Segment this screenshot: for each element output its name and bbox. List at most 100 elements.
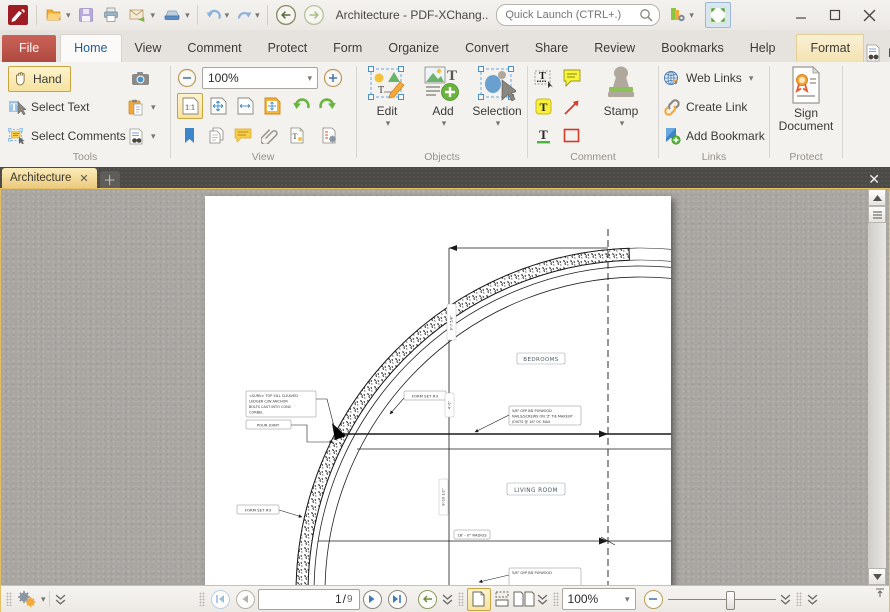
email-button[interactable]: ▾ — [124, 3, 159, 27]
thumbnails-pane-button[interactable] — [204, 123, 228, 147]
content-pane-button[interactable]: T — [285, 123, 309, 147]
undo-button[interactable]: ▾ — [202, 3, 233, 27]
save-button[interactable] — [74, 3, 98, 27]
close-button[interactable] — [852, 2, 886, 28]
ui-options-button[interactable]: ▾ — [666, 3, 697, 27]
two-page-layout-button[interactable] — [513, 589, 535, 610]
zoom-slider[interactable] — [667, 590, 776, 610]
last-page-button[interactable] — [387, 589, 407, 609]
sticky-note-tool-button[interactable] — [560, 66, 584, 90]
status-zoom-combo[interactable]: 100% ▾ — [561, 588, 636, 610]
status-options-caret[interactable]: ▾ — [41, 594, 46, 605]
attachments-pane-button[interactable] — [258, 123, 282, 147]
rectangle-tool-button[interactable] — [560, 124, 584, 148]
tab-organize[interactable]: Organize — [375, 35, 452, 62]
zoom-slider-thumb[interactable] — [725, 590, 735, 610]
document-tab-architecture[interactable]: Architecture ✕ — [2, 168, 97, 188]
tab-bar-close-button[interactable]: ✕ — [858, 171, 890, 188]
vertical-scrollbar[interactable] — [868, 189, 886, 585]
toolbar-grip[interactable] — [6, 592, 12, 606]
history-more-icon[interactable] — [442, 594, 453, 605]
create-link-button[interactable]: Create Link — [663, 95, 747, 119]
hand-tool-button[interactable]: Hand — [8, 66, 71, 92]
expand-toolbar-icon[interactable] — [55, 594, 66, 605]
more-tools-icon[interactable] — [807, 594, 818, 605]
paste-dropdown-caret[interactable]: ▾ — [151, 102, 156, 113]
nav-forward-button[interactable] — [300, 3, 328, 27]
zoom-out-status-button[interactable] — [643, 589, 663, 609]
comments-pane-button[interactable] — [231, 123, 255, 147]
sign-document-button[interactable]: Sign Document — [779, 66, 833, 146]
scan-button[interactable]: ▾ — [158, 3, 193, 27]
tab-home[interactable]: Home — [60, 34, 122, 62]
arrow-tool-button[interactable] — [560, 95, 584, 119]
scan-dropdown-caret[interactable]: ▾ — [185, 10, 190, 21]
zoom-out-icon[interactable] — [177, 68, 197, 88]
maximize-button[interactable] — [818, 2, 852, 28]
open-button[interactable]: ▾ — [41, 3, 74, 27]
bookmarks-pane-button[interactable] — [177, 123, 201, 147]
pagenav-grip[interactable] — [198, 592, 205, 606]
edit-objects-caret[interactable]: ▾ — [386, 118, 391, 129]
next-page-button[interactable] — [362, 589, 382, 609]
zoom-grip[interactable] — [552, 592, 559, 606]
add-objects-caret[interactable]: ▾ — [442, 118, 447, 129]
web-links-caret[interactable]: ▾ — [749, 73, 754, 84]
ui-options-caret[interactable]: ▾ — [689, 10, 694, 21]
ribbon-zoom-caret[interactable]: ▾ — [307, 73, 312, 84]
redo-dropdown-caret[interactable]: ▾ — [255, 10, 260, 21]
page-number-input[interactable]: 1/9 — [257, 588, 360, 610]
tab-share[interactable]: Share — [522, 35, 581, 62]
new-tab-button[interactable]: ＋ — [99, 171, 120, 188]
print-button[interactable] — [98, 3, 124, 27]
find-document-icon[interactable] — [864, 44, 882, 62]
layout-more-icon[interactable] — [537, 594, 548, 605]
add-objects-button[interactable]: T Add ▾ — [416, 66, 470, 146]
quick-launch-box[interactable] — [496, 4, 661, 26]
underline-tool-button[interactable]: T — [532, 124, 556, 148]
tab-file[interactable]: File — [2, 35, 57, 62]
zoom-more-icon[interactable] — [780, 594, 791, 605]
tab-help[interactable]: Help — [737, 35, 789, 62]
find-dropdown-caret[interactable]: ▾ — [151, 131, 156, 142]
app-logo-icon[interactable] — [4, 3, 32, 27]
status-options-button[interactable]: ▾ — [15, 590, 46, 608]
fullscreen-button[interactable] — [704, 2, 731, 28]
snapshot-button[interactable] — [128, 66, 152, 90]
fit-page-button[interactable] — [206, 94, 230, 118]
panes-options-button[interactable] — [317, 123, 341, 147]
undo-dropdown-caret[interactable]: ▾ — [225, 10, 230, 21]
ribbon-zoom-combo[interactable]: 100% ▾ — [202, 67, 318, 89]
tab-bookmarks[interactable]: Bookmarks — [648, 35, 737, 62]
history-back-button[interactable] — [417, 589, 437, 609]
document-area[interactable]: BEDROOMS LIVING ROOM FORM SET #3 FORM SE… — [1, 189, 889, 585]
rotate-ccw-icon[interactable] — [291, 96, 313, 116]
rotate-cw-icon[interactable] — [316, 96, 338, 116]
nav-back-button[interactable] — [272, 3, 300, 27]
continuous-layout-button[interactable] — [491, 589, 513, 610]
tab-form[interactable]: Form — [320, 35, 375, 62]
zoom-in-icon[interactable] — [323, 68, 343, 88]
zoom-slider-track[interactable] — [667, 598, 776, 600]
minimize-button[interactable] — [784, 2, 818, 28]
paste-button[interactable]: ▾ — [128, 95, 156, 119]
fit-visible-button[interactable] — [260, 94, 284, 118]
edit-objects-button[interactable]: T Edit ▾ — [360, 66, 414, 146]
quick-launch-input[interactable] — [503, 8, 640, 22]
select-comments-button[interactable]: Select Comments — [8, 124, 126, 148]
tab-view[interactable]: View — [122, 35, 175, 62]
actual-size-button[interactable]: 1:1 — [177, 93, 203, 119]
pdf-page[interactable]: BEDROOMS LIVING ROOM FORM SET #3 FORM SE… — [205, 196, 671, 585]
highlight-tool-button[interactable]: T — [532, 95, 556, 119]
status-zoom-caret[interactable]: ▾ — [625, 594, 630, 605]
redo-button[interactable]: ▾ — [232, 3, 263, 27]
tab-comment[interactable]: Comment — [174, 35, 254, 62]
first-page-button[interactable] — [210, 589, 230, 609]
prev-page-button[interactable] — [235, 589, 255, 609]
tab-protect[interactable]: Protect — [255, 35, 321, 62]
right-grip[interactable] — [795, 592, 802, 606]
scroll-up-button[interactable] — [868, 189, 886, 206]
typewriter-tool-button[interactable]: T — [532, 66, 556, 90]
document-tab-close-icon[interactable]: ✕ — [79, 172, 88, 185]
single-page-layout-button[interactable] — [466, 587, 491, 611]
